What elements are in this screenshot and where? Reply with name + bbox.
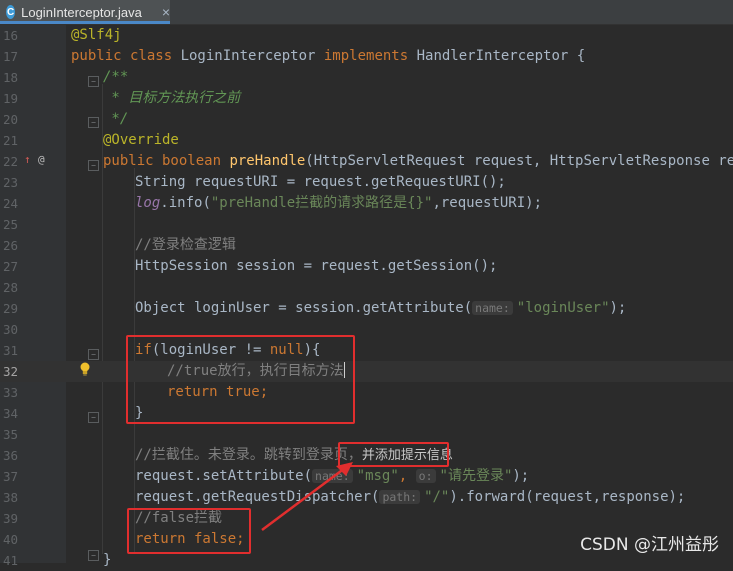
annotation-arrow xyxy=(261,462,353,532)
watermark: CSDN @江州益彤 xyxy=(580,535,719,555)
